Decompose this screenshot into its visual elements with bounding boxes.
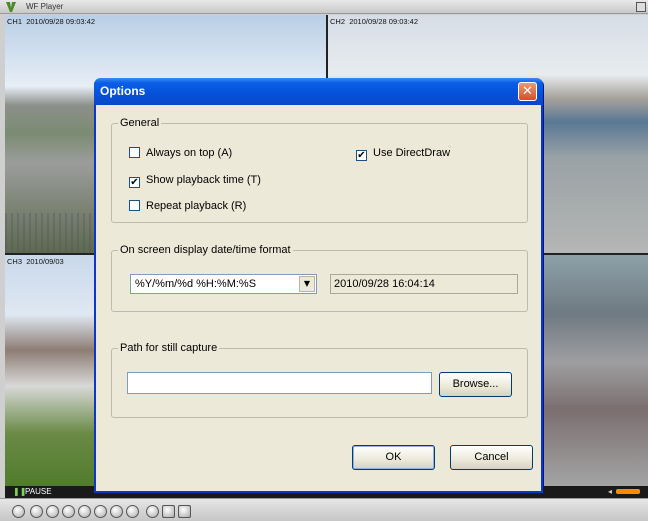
- channel-1-label: CH1 2010/09/28 09:03:42: [7, 17, 96, 26]
- use-directdraw-label: Use DirectDraw: [373, 147, 451, 159]
- window-control-icon[interactable]: [636, 2, 646, 12]
- split-view-button[interactable]: [162, 505, 175, 518]
- datetime-format-value: %Y/%m/%d %H:%M:%S: [135, 278, 257, 290]
- always-on-top-checkbox[interactable]: Always on top (A): [129, 147, 232, 159]
- datetime-preview: 2010/09/28 16:04:14: [330, 274, 518, 294]
- window-titlebar: WF Player: [0, 0, 648, 14]
- dialog-title: Options: [100, 84, 146, 98]
- show-playback-time-checkbox[interactable]: ✔ Show playback time (T): [129, 174, 261, 188]
- pause-button[interactable]: [78, 505, 91, 518]
- browse-button[interactable]: Browse...: [439, 372, 512, 397]
- volume-icon: ◂: [607, 487, 612, 496]
- repeat-playback-box[interactable]: [129, 200, 140, 211]
- show-playback-time-box[interactable]: ✔: [129, 177, 140, 188]
- repeat-playback-checkbox[interactable]: Repeat playback (R): [129, 200, 246, 212]
- use-directdraw-checkbox[interactable]: ✔ Use DirectDraw: [356, 147, 450, 161]
- playback-state: PAUSE: [25, 487, 52, 496]
- general-legend: General: [118, 117, 162, 129]
- always-on-top-box[interactable]: [129, 147, 140, 158]
- volume-slider[interactable]: [616, 489, 640, 494]
- eject-button[interactable]: [12, 505, 25, 518]
- osd-format-legend: On screen display date/time format: [118, 244, 293, 256]
- cancel-button[interactable]: Cancel: [450, 445, 533, 470]
- still-capture-legend: Path for still capture: [118, 342, 220, 354]
- app-logo-icon: [6, 2, 16, 12]
- show-playback-time-label: Show playback time (T): [146, 174, 261, 186]
- play-button[interactable]: [62, 505, 75, 518]
- step-forward-button[interactable]: [110, 505, 123, 518]
- grid-view-button[interactable]: [178, 505, 191, 518]
- stop-button[interactable]: [94, 505, 107, 518]
- chevron-down-icon[interactable]: ▼: [299, 276, 315, 292]
- rewind-button[interactable]: [30, 505, 43, 518]
- always-on-top-label: Always on top (A): [146, 147, 233, 159]
- use-directdraw-box[interactable]: ✔: [356, 150, 367, 161]
- close-icon: ✕: [522, 84, 533, 99]
- close-button[interactable]: ✕: [518, 82, 537, 101]
- step-back-button[interactable]: [46, 505, 59, 518]
- capture-path-input[interactable]: [127, 372, 432, 394]
- fast-forward-button[interactable]: [126, 505, 139, 518]
- channel-2-label: CH2 2010/09/28 09:03:42: [330, 17, 419, 26]
- datetime-format-select[interactable]: %Y/%m/%d %H:%M:%S ▼: [130, 274, 317, 294]
- options-dialog: Options ✕ General Always on top (A) ✔ Use…: [94, 78, 543, 493]
- osd-format-group: On screen display date/time format %Y/%m…: [111, 244, 528, 312]
- window-title: WF Player: [26, 2, 64, 11]
- channel-3-label: CH3 2010/09/03: [7, 257, 64, 266]
- repeat-playback-label: Repeat playback (R): [146, 200, 247, 212]
- dialog-titlebar: Options: [94, 78, 543, 105]
- control-toolbar: [0, 498, 648, 521]
- ok-button[interactable]: OK: [352, 445, 435, 470]
- capture-button[interactable]: [146, 505, 159, 518]
- still-capture-group: Path for still capture Browse...: [111, 342, 528, 418]
- general-group: General Always on top (A) ✔ Use DirectDra…: [111, 117, 528, 223]
- player-window: WF Player CH1 2010/09/28 09:03:42 CH2 20…: [0, 0, 648, 521]
